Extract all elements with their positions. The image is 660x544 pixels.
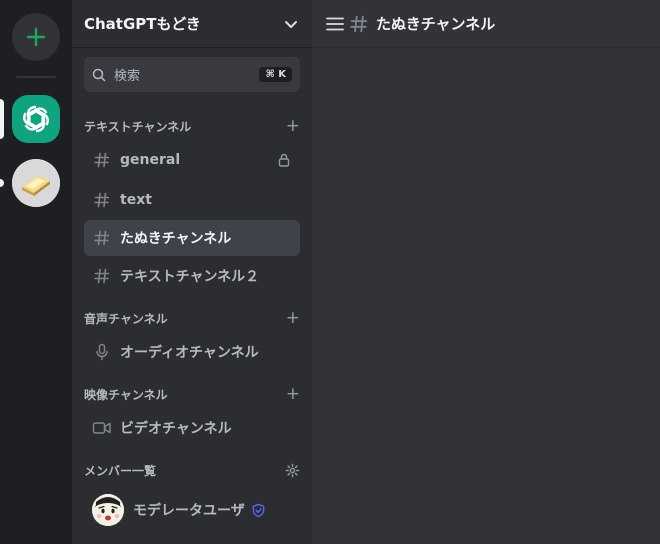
video-camera-icon [92,421,112,435]
main-header: たぬきチャンネル [312,0,660,48]
chevron-down-icon [285,20,297,28]
avatar [92,494,124,526]
hamburger-menu-icon[interactable] [326,16,344,32]
channel-video[interactable]: ビデオチャンネル [84,410,300,446]
channel-name: たぬきチャンネル [120,231,232,247]
channel-name: general [120,152,181,168]
plus-icon [26,27,46,47]
shield-icon [252,503,265,517]
add-channel-icon[interactable]: + [286,117,300,135]
hash-icon [92,192,112,208]
rail-separator [16,76,56,78]
server-name: ChatGPTもどき [84,15,201,33]
gear-icon[interactable] [285,463,300,478]
channel-tanuki[interactable]: たぬきチャンネル [84,220,300,256]
hash-icon [350,15,368,32]
add-channel-icon[interactable]: + [286,309,300,327]
category-label: 映像チャンネル [84,387,168,402]
hash-icon [92,230,112,246]
category-text[interactable]: テキストチャンネル + [84,117,300,135]
lock-icon [278,153,290,167]
category-label: テキストチャンネル [84,119,192,134]
search-input[interactable]: 検索 ⌘ K [84,57,300,92]
category-video[interactable]: 映像チャンネル + [84,385,300,403]
channel-title: たぬきチャンネル [376,15,496,33]
unread-server-indicator [0,179,4,187]
microphone-icon [92,343,112,361]
channel-text[interactable]: text [84,182,300,218]
category-voice[interactable]: 音声チャンネル + [84,309,300,327]
category-members: メンバー一覧 [84,461,300,479]
add-server-button[interactable] [12,13,60,61]
bread-server-icon [12,159,60,207]
channel-audio[interactable]: オーディオチャンネル [84,334,300,370]
hash-icon [92,152,112,168]
active-server-indicator [0,99,4,139]
channel-text-2[interactable]: テキストチャンネル２ [84,258,300,294]
member-item[interactable]: モデレータユーザ [84,490,300,530]
channel-general[interactable]: general [84,142,300,178]
add-channel-icon[interactable]: + [286,385,300,403]
message-area [312,48,660,544]
member-name: モデレータユーザ [133,503,245,519]
server-chatgpt[interactable] [12,95,60,143]
channel-sidebar: ChatGPTもどき 検索 ⌘ K テキストチャンネル + general te… [72,0,312,544]
category-label: メンバー一覧 [84,463,157,478]
search-icon [92,68,106,81]
server-rail [0,0,72,544]
search-placeholder: 検索 [114,69,141,84]
channel-name: ビデオチャンネル [120,421,232,437]
channel-name: テキストチャンネル２ [120,269,260,285]
channel-name: オーディオチャンネル [120,345,259,361]
search-shortcut: ⌘ K [259,67,292,82]
server-other[interactable] [12,159,60,207]
channel-name: text [120,192,152,208]
hash-icon [92,268,112,284]
openai-logo-icon [23,105,49,133]
category-label: 音声チャンネル [84,311,168,326]
server-header[interactable]: ChatGPTもどき [72,0,312,48]
